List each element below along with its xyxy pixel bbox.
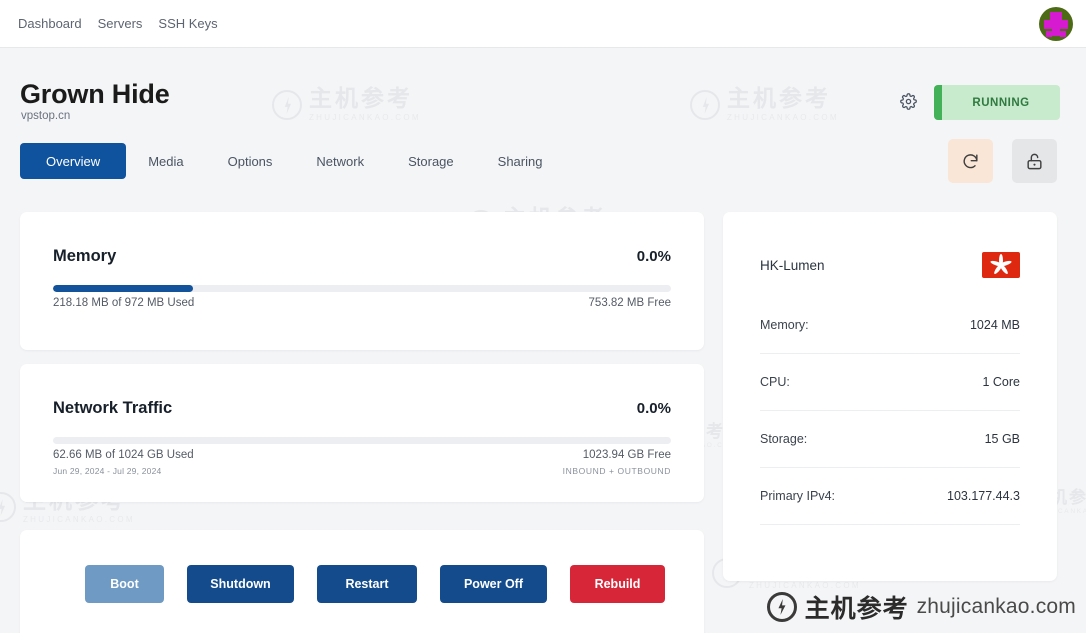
spec-value: 1 Core (982, 375, 1020, 389)
rebuild-button[interactable]: Rebuild (570, 565, 665, 603)
memory-card-header: Memory 0.0% (53, 247, 671, 266)
memory-percent: 0.0% (636, 248, 671, 265)
spec-row-cpu: CPU: 1 Core (760, 353, 1020, 410)
tab-sharing[interactable]: Sharing (476, 143, 565, 179)
spec-key: Storage: (760, 432, 808, 446)
tab-media[interactable]: Media (126, 143, 205, 179)
watermark-cn: 主机参考 (309, 86, 413, 112)
watermark-logo-icon (690, 90, 720, 120)
page-title: Grown Hide (20, 79, 170, 109)
site-watermark-cn: 主机参考 (804, 594, 909, 623)
memory-card-footer: 218.18 MB of 972 MB Used 753.82 MB Free (53, 297, 671, 309)
server-location-row: HK-Lumen (760, 252, 1020, 278)
network-card-title: Network Traffic (53, 399, 173, 417)
watermark: 主机参考 ZHUJICANKAO.COM (272, 88, 421, 122)
network-free-label: 1023.94 GB Free (582, 449, 671, 461)
spec-key: Memory: (760, 317, 809, 332)
memory-progress-fill (53, 285, 193, 292)
site-watermark-logo-icon (766, 592, 797, 622)
top-navigation-bar: Dashboard Servers SSH Keys (0, 0, 1086, 48)
watermark-logo-icon (0, 492, 16, 522)
watermark-cn: 主机参考 (727, 86, 831, 112)
watermark-en: ZHUJICANKAO.COM (309, 113, 421, 122)
network-date-range: Jun 29, 2024 - Jul 29, 2024 (53, 466, 162, 476)
memory-progress-track (53, 285, 671, 292)
tab-overview[interactable]: Overview (20, 143, 127, 179)
network-direction-label: INBOUND + OUTBOUND (562, 466, 671, 476)
watermark-en: ZHUJICANKAO.COM (23, 515, 135, 524)
network-traffic-card: Network Traffic 0.0% 62.66 MB of 1024 GB… (20, 364, 704, 502)
tab-storage[interactable]: Storage (386, 143, 476, 179)
power-off-button[interactable]: Power Off (440, 565, 547, 603)
nav-links: Dashboard Servers SSH Keys (18, 16, 218, 31)
server-specs-list: Memory: 1024 MB CPU: 1 Core Storage: 15 … (760, 296, 1020, 525)
network-card-footer: 62.66 MB of 1024 GB Used Jun 29, 2024 - … (53, 449, 671, 476)
site-watermark: 主机参考 zhujicankao.com (766, 589, 1076, 625)
reload-button[interactable] (948, 139, 993, 183)
spec-row-primary-ipv4: Primary IPv4: 103.177.44.3 (760, 467, 1020, 524)
tab-options[interactable]: Options (206, 143, 295, 179)
server-overview-page: 主机参考 ZHUJICANKAO.COM 主机参考 ZHUJICANKAO.CO… (0, 0, 1086, 633)
network-used-label: 62.66 MB of 1024 GB Used (53, 449, 194, 461)
gear-icon[interactable] (900, 93, 917, 115)
site-watermark-url: zhujicankao.com (916, 595, 1076, 618)
status-badge: RUNNING (934, 85, 1060, 120)
hong-kong-flag-icon (982, 252, 1020, 278)
page-subtitle: vpstop.cn (21, 110, 71, 122)
power-actions: Boot Shutdown Restart Power Off Rebuild (85, 565, 665, 603)
memory-free-label: 753.82 MB Free (588, 297, 671, 309)
watermark: 主机参考 ZHUJICANKAO.COM (690, 88, 839, 122)
spec-row-storage: Storage: 15 GB (760, 410, 1020, 467)
spec-key: CPU: (760, 375, 790, 389)
shutdown-button[interactable]: Shutdown (187, 565, 294, 603)
power-actions-card: Boot Shutdown Restart Power Off Rebuild (20, 530, 704, 633)
restart-button[interactable]: Restart (317, 565, 417, 603)
server-location-label: HK-Lumen (760, 257, 825, 273)
lock-icon (1027, 153, 1042, 169)
spec-value: 103.177.44.3 (947, 489, 1020, 503)
memory-card: Memory 0.0% 218.18 MB of 972 MB Used 753… (20, 212, 704, 350)
memory-used-label: 218.18 MB of 972 MB Used (53, 297, 195, 309)
watermark-en: ZHUJICANKAO.COM (727, 113, 839, 122)
spec-value: 15 GB (984, 432, 1020, 446)
nav-ssh-keys[interactable]: SSH Keys (158, 16, 217, 31)
tab-network[interactable]: Network (294, 143, 386, 179)
avatar[interactable] (1039, 7, 1073, 41)
spec-list-divider (760, 524, 1020, 525)
network-percent: 0.0% (636, 400, 671, 417)
server-specs-card: HK-Lumen Memory: 1024 MB CPU: 1 Core Sto… (723, 212, 1057, 581)
spec-key: Primary IPv4: (760, 489, 836, 503)
nav-dashboard[interactable]: Dashboard (18, 16, 82, 31)
boot-button[interactable]: Boot (85, 565, 164, 603)
memory-card-title: Memory (53, 247, 117, 265)
reload-icon (963, 153, 978, 168)
lock-button[interactable] (1012, 139, 1057, 183)
network-progress-track (53, 437, 671, 444)
spec-value: 1024 MB (969, 317, 1020, 332)
status-badge-label: RUNNING (972, 96, 1030, 109)
network-card-header: Network Traffic 0.0% (53, 399, 671, 418)
watermark-logo-icon (272, 90, 302, 120)
spec-row-memory: Memory: 1024 MB (760, 296, 1020, 353)
tab-bar: Overview Media Options Network Storage S… (20, 143, 564, 179)
nav-servers[interactable]: Servers (98, 16, 143, 31)
